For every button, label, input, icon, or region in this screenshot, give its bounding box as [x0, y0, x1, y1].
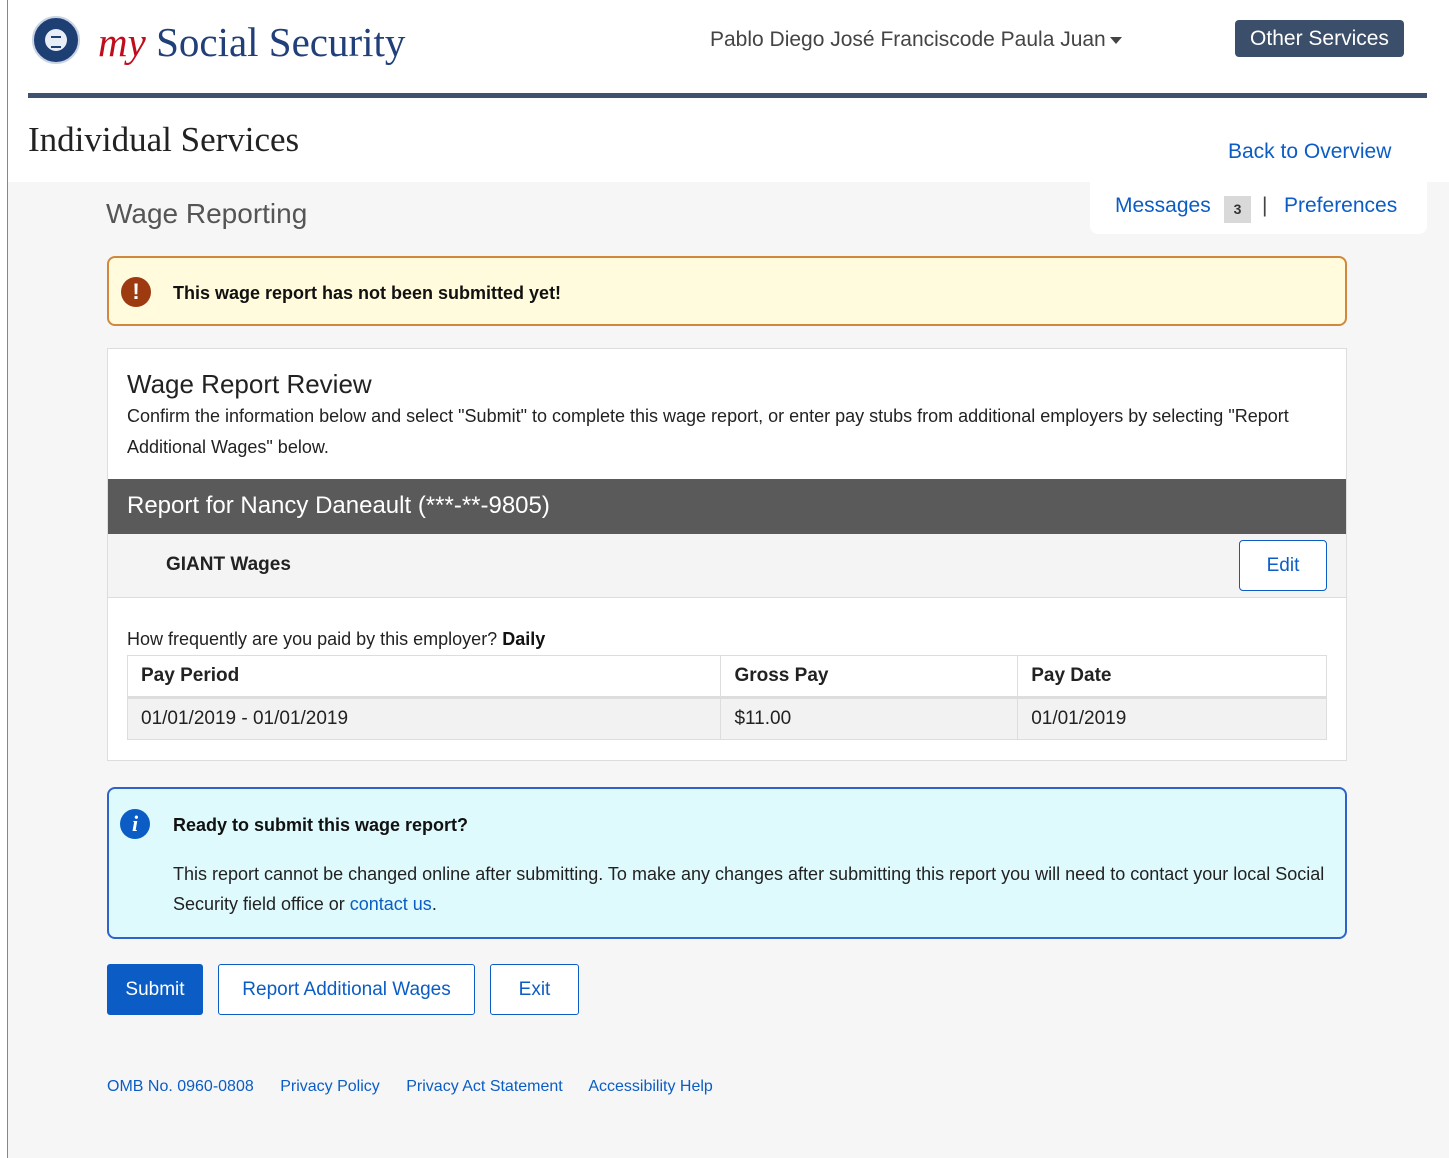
info-body-text: This report cannot be changed online aft…: [173, 864, 1325, 914]
footer: OMB No. 0960-0808 Privacy Policy Privacy…: [107, 1078, 735, 1096]
cell-pay-date: 01/01/2019: [1017, 697, 1327, 740]
wage-report-review-card: Wage Report Review Confirm the informati…: [107, 348, 1347, 761]
user-name: Pablo Diego José Franciscode Paula Juan: [710, 28, 1106, 51]
info-icon: i: [120, 809, 150, 839]
submit-button[interactable]: Submit: [107, 964, 203, 1015]
page-title: Individual Services: [28, 120, 300, 159]
cell-pay-period: 01/01/2019 - 01/01/2019: [126, 697, 722, 740]
brand-my: my: [98, 19, 146, 65]
column-header-pay-period: Pay Period: [126, 655, 722, 699]
other-services-button[interactable]: Other Services: [1235, 20, 1404, 57]
privacy-act-statement-link[interactable]: Privacy Act Statement: [406, 1078, 563, 1095]
report-for-label: Report for Nancy Daneault (***-**-9805): [127, 492, 550, 519]
section-title: Wage Reporting: [106, 198, 308, 229]
user-menu[interactable]: Pablo Diego José Franciscode Paula Juan: [710, 28, 1122, 52]
privacy-policy-link[interactable]: Privacy Policy: [280, 1078, 380, 1095]
accessibility-help-link[interactable]: Accessibility Help: [588, 1078, 712, 1095]
pay-frequency: How frequently are you paid by this empl…: [127, 629, 545, 650]
info-alert: i Ready to submit this wage report? This…: [107, 787, 1347, 939]
omb-number-link[interactable]: OMB No. 0960-0808: [107, 1078, 254, 1095]
back-to-overview-link[interactable]: Back to Overview: [1228, 140, 1391, 164]
header-divider: [28, 93, 1427, 98]
caret-down-icon: [1109, 36, 1122, 44]
info-body-end: .: [431, 894, 437, 914]
messages-count-badge[interactable]: 3: [1224, 196, 1251, 223]
cell-gross-pay: $11.00: [720, 697, 1019, 740]
edit-button[interactable]: Edit: [1239, 540, 1327, 591]
preferences-link[interactable]: Preferences: [1284, 194, 1397, 218]
table-row: 01/01/2019 - 01/01/2019 $11.00 01/01/201…: [126, 697, 1327, 740]
exclamation-icon: !: [121, 277, 151, 307]
column-header-pay-date: Pay Date: [1017, 655, 1327, 699]
contact-us-link[interactable]: contact us: [350, 894, 432, 914]
column-header-gross-pay: Gross Pay: [720, 655, 1019, 699]
info-body: This report cannot be changed online aft…: [173, 859, 1333, 919]
page-frame: my Social Security Pablo Diego José Fran…: [7, 0, 1449, 1158]
exit-button[interactable]: Exit: [490, 964, 579, 1015]
header: my Social Security Pablo Diego José Fran…: [8, 0, 1449, 182]
frequency-question: How frequently are you paid by this empl…: [127, 629, 498, 649]
brand-name: Social Security: [156, 19, 406, 65]
report-header: Report for Nancy Daneault (***-**-9805): [108, 479, 1346, 534]
warning-text: This wage report has not been submitted …: [173, 283, 562, 303]
report-additional-wages-button[interactable]: Report Additional Wages: [218, 964, 475, 1015]
employer-name: GIANT Wages: [166, 554, 291, 575]
warning-alert: ! This wage report has not been submitte…: [107, 256, 1347, 326]
brand-logo[interactable]: my Social Security: [98, 18, 405, 66]
table-header-row: Pay Period Gross Pay Pay Date: [126, 655, 1327, 699]
nav-separator: |: [1262, 194, 1268, 217]
ssa-seal-icon: [32, 16, 80, 64]
employer-row: GIANT Wages Edit: [108, 534, 1346, 598]
info-title: Ready to submit this wage report?: [173, 815, 469, 835]
wages-table: Pay Period Gross Pay Pay Date 01/01/2019…: [126, 655, 1327, 740]
messages-link[interactable]: Messages: [1115, 194, 1211, 218]
card-title: Wage Report Review: [127, 369, 372, 399]
frequency-value: Daily: [502, 629, 546, 649]
card-description: Confirm the information below and select…: [127, 406, 1289, 457]
